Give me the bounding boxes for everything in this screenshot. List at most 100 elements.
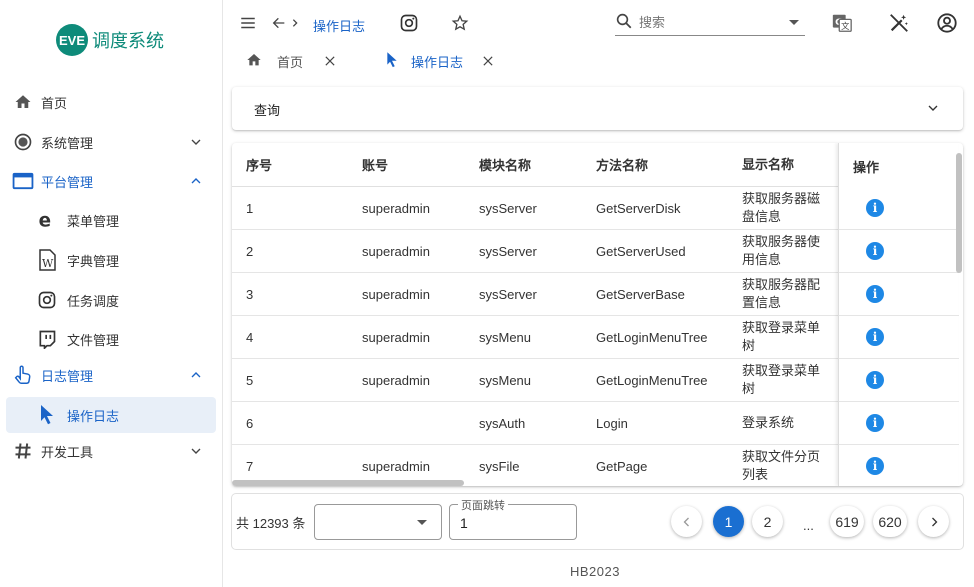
cell-display: 获取文件分页列表 — [742, 449, 821, 482]
page-button-619[interactable]: 619 — [830, 506, 864, 537]
action-cell: i — [839, 230, 959, 273]
cell-account: superadmin — [362, 200, 430, 216]
cell-display: 获取服务器配置信息 — [742, 277, 821, 310]
cell-account: superadmin — [362, 243, 430, 259]
tab-label: 操作日志 — [411, 54, 464, 70]
info-icon[interactable]: i — [866, 414, 884, 432]
home-icon — [12, 91, 34, 113]
caret-down-icon — [417, 520, 427, 525]
star-icon[interactable] — [449, 12, 471, 34]
svg-text:e: e — [39, 211, 51, 230]
page-button-1[interactable]: 1 — [713, 506, 744, 537]
cell-module: sysServer — [479, 243, 537, 259]
header-action: 操作 — [853, 160, 880, 175]
tab-label: 首页 — [277, 54, 304, 70]
instagram-icon — [36, 289, 58, 311]
info-icon[interactable]: i — [866, 242, 884, 260]
search-icon — [615, 12, 633, 33]
chevron-up-icon — [191, 372, 201, 378]
action-cell: i — [839, 273, 959, 316]
page-button-620[interactable]: 620 — [873, 506, 907, 537]
translate-icon[interactable]: G文 — [831, 12, 853, 34]
vertical-scrollbar[interactable] — [956, 153, 962, 273]
home-icon — [246, 52, 262, 71]
sidebar-item-platform[interactable]: 平台管理 — [6, 163, 216, 199]
cell-module: sysFile — [479, 458, 520, 474]
logo[interactable]: EVE 调度系统 — [56, 24, 164, 56]
page-size-select[interactable] — [314, 504, 442, 540]
menu-icon[interactable] — [237, 12, 259, 34]
page-ellipsis: ... — [803, 518, 814, 533]
breadcrumb[interactable]: 操作日志 — [313, 16, 365, 35]
info-icon[interactable]: i — [866, 199, 884, 217]
query-panel[interactable]: 查询 — [232, 87, 963, 130]
sidebar-item-oplog[interactable]: 操作日志 — [6, 397, 216, 433]
action-cell: i — [839, 359, 959, 402]
cell-method: Login — [596, 415, 628, 431]
sidebar-item-menu[interactable]: e 菜单管理 — [6, 202, 216, 238]
sidebar-item-label: 日志管理 — [41, 368, 94, 384]
chevron-down-icon — [191, 448, 201, 454]
info-icon[interactable]: i — [866, 285, 884, 303]
cell-no: 4 — [246, 329, 254, 345]
magic-wand-off-icon[interactable] — [888, 12, 910, 34]
sidebar-item-log[interactable]: 日志管理 — [6, 357, 216, 393]
sidebar-item-home[interactable]: 首页 — [6, 84, 216, 120]
instagram-icon[interactable] — [398, 12, 420, 34]
chevron-down-icon — [191, 139, 201, 145]
header-account: 账号 — [362, 158, 389, 173]
cell-method: GetLoginMenuTree — [596, 329, 708, 345]
next-page-button[interactable] — [918, 506, 949, 537]
cell-module: sysServer — [479, 200, 537, 216]
tab-home[interactable]: 首页 — [246, 46, 335, 76]
cell-no: 6 — [246, 415, 254, 431]
back-arrow-icon[interactable] — [268, 12, 290, 34]
cell-no: 3 — [246, 286, 254, 302]
cell-no: 2 — [246, 243, 254, 259]
svg-text:W: W — [42, 257, 54, 270]
prev-page-button[interactable] — [671, 506, 702, 537]
sidebar-item-dict[interactable]: W 字典管理 — [6, 242, 216, 278]
page-jump-value[interactable]: 1 — [460, 515, 468, 531]
action-cell: i — [839, 187, 959, 230]
info-icon[interactable]: i — [866, 457, 884, 475]
cell-no: 5 — [246, 372, 254, 388]
cell-method: GetPage — [596, 458, 648, 474]
sidebar-item-devtools[interactable]: 开发工具 — [6, 433, 216, 469]
chevron-down-icon[interactable] — [925, 100, 941, 119]
horizontal-scrollbar[interactable] — [232, 480, 464, 486]
page-jump-label: 页面跳转 — [458, 497, 508, 513]
cell-method: GetLoginMenuTree — [596, 372, 708, 388]
action-cell: i — [839, 445, 959, 486]
hash-icon — [12, 440, 34, 462]
sidebar-item-task[interactable]: 任务调度 — [6, 282, 216, 318]
tab-oplog[interactable]: 操作日志 — [385, 46, 493, 76]
caret-down-icon[interactable] — [789, 20, 799, 25]
sidebar-item-label: 操作日志 — [67, 408, 120, 424]
account-circle-icon[interactable] — [936, 12, 958, 34]
header-module: 模块名称 — [479, 158, 532, 173]
cell-module: sysMenu — [479, 329, 532, 345]
info-icon[interactable]: i — [866, 371, 884, 389]
cell-display: 获取服务器使用信息 — [742, 234, 821, 267]
close-icon[interactable] — [325, 54, 335, 69]
sidebar-item-label: 字典管理 — [67, 253, 120, 269]
settings-circle-icon — [12, 131, 34, 153]
page-button-2[interactable]: 2 — [752, 506, 783, 537]
info-icon[interactable]: i — [866, 328, 884, 346]
sidebar-item-system[interactable]: 系统管理 — [6, 124, 216, 160]
close-icon[interactable] — [483, 54, 493, 69]
cell-no: 1 — [246, 200, 254, 216]
sidebar-item-label: 菜单管理 — [67, 213, 120, 229]
sidebar-item-file[interactable]: 文件管理 — [6, 321, 216, 357]
cell-account: superadmin — [362, 329, 430, 345]
header-display: 显示名称 — [742, 156, 795, 172]
sidebar-item-label: 系统管理 — [41, 135, 94, 151]
action-cell: i — [839, 316, 959, 359]
search-input[interactable] — [639, 15, 769, 30]
page-jump-field[interactable]: 页面跳转 1 — [449, 497, 577, 540]
svg-text:文: 文 — [841, 21, 849, 31]
cell-display: 获取登录菜单树 — [742, 363, 821, 396]
search-box[interactable] — [615, 10, 805, 36]
cell-account: superadmin — [362, 372, 430, 388]
